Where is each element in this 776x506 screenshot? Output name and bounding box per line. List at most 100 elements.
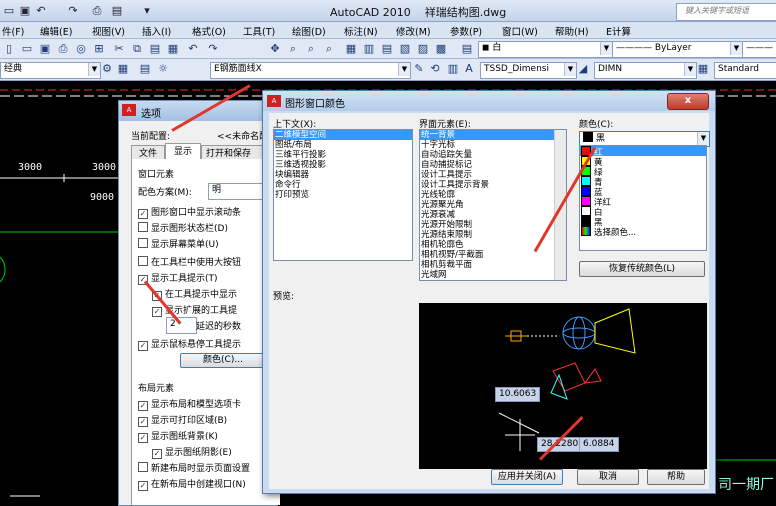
zoom-realtime-icon[interactable]: ⌕ [286,42,300,56]
color-dropdown-list[interactable]: 红 黄 绿 青 蓝 洋红 白 黑 选择颜色... [579,145,707,251]
open-icon[interactable]: ▭ [2,3,16,19]
search-input[interactable]: 键入关键字或短语 [676,3,776,21]
make-current-icon[interactable]: ✎ [412,62,426,76]
matchprop-icon[interactable]: ▦ [166,42,180,56]
list-item[interactable]: 设计工具提示 [420,170,566,180]
publish-icon[interactable]: ▤ [110,3,124,19]
open-file-icon[interactable]: ▭ [20,42,34,56]
workspace-settings-icon[interactable]: ⚙ [100,62,114,76]
menu-format[interactable]: 格式(O) [192,24,226,38]
menu-edit[interactable]: 编辑(E) [40,24,72,38]
color-option[interactable]: 青 [580,176,706,188]
tab-display[interactable]: 显示 [165,143,201,160]
menu-tools[interactable]: 工具(T) [243,24,275,38]
scrollbars-checkbox[interactable]: ✓ 图形窗口中显示滚动条 [138,205,241,219]
sheet-set-icon[interactable]: ▧ [398,42,412,56]
apply-close-button[interactable]: 应用并关闭(A) [491,469,563,485]
tooltip-shortcut-checkbox[interactable]: ✓在工具提示中显示 [152,287,237,301]
menu-parameters[interactable]: 参数(P) [450,24,482,38]
table-style-icon[interactable]: ▦ [696,62,710,76]
textstyle-combo[interactable]: Standard [714,62,776,79]
save-file-icon[interactable]: ▣ [38,42,52,56]
list-item[interactable]: 光线轮廓 [420,190,566,200]
layer-freeze-icon[interactable]: ☼ [156,62,170,76]
lineweight-combo[interactable]: ——— [742,41,776,58]
menu-draw[interactable]: 绘图(D) [292,24,326,38]
menu-window[interactable]: 窗口(W) [502,24,538,38]
menu-file[interactable]: 件(F) [2,24,24,38]
layer-manager-icon[interactable]: ▤ [460,42,474,56]
printable-area-checkbox[interactable]: ✓ 显示可打印区域(B) [138,413,227,427]
markup-icon[interactable]: ▨ [416,42,430,56]
redo-icon[interactable]: ↷ [66,3,80,19]
zoom-window-icon[interactable]: ⌕ [304,42,318,56]
large-buttons-checkbox[interactable]: 在工具栏中使用大按钮 [138,255,241,268]
preview-icon[interactable]: ◎ [74,42,88,56]
color-option[interactable]: 绿 [580,166,706,178]
undo-icon[interactable]: ↶ [34,3,48,19]
menu-ecalc[interactable]: E计算 [606,24,631,38]
list-item[interactable]: 相机剪裁平面 [420,260,566,270]
status-bar-checkbox[interactable]: 显示图形状态栏(D) [138,221,228,234]
list-item[interactable]: 相机视野/平截面 [420,250,566,260]
list-item[interactable]: 光源开始限制 [420,220,566,230]
tool-palettes-icon[interactable]: ▤ [380,42,394,56]
layer-previous-icon[interactable]: ⟲ [428,62,442,76]
paste-icon[interactable]: ▤ [148,42,162,56]
color-option[interactable]: 白 [580,206,706,218]
list-item[interactable]: 十字光标 [420,140,566,150]
properties-icon[interactable]: ▦ [344,42,358,56]
color-option[interactable]: 黄 [580,156,706,168]
create-viewport-checkbox[interactable]: ✓ 在新布局中创建视口(N) [138,477,246,491]
linetype-combo[interactable]: ———— ByLayer ▼ [612,41,743,58]
new-icon[interactable]: ▯ [2,42,16,56]
options-titlebar[interactable]: A 选项 [119,101,277,121]
undo-tb-icon[interactable]: ↶ [186,42,200,56]
list-item[interactable]: 二维模型空间 [274,130,412,140]
list-item[interactable]: 块编辑器 [274,170,412,180]
design-center-icon[interactable]: ▥ [362,42,376,56]
restore-classic-colors-button[interactable]: 恢复传统颜色(L) [579,261,705,277]
paper-background-checkbox[interactable]: ✓ 显示图纸背景(K) [138,429,218,443]
rollover-tooltip-checkbox[interactable]: ✓ 显示鼠标悬停工具提示 [138,337,241,351]
screen-menu-checkbox[interactable]: 显示屏幕菜单(U) [138,237,219,250]
menu-view[interactable]: 视图(V) [92,24,125,38]
color-option[interactable]: 洋红 [580,196,706,208]
text-style-icon[interactable]: A [462,62,476,76]
workspace-combo[interactable]: 经典 ▼ [0,62,101,79]
colors-button[interactable]: 颜色(C)... [180,353,266,368]
list-item[interactable]: 自动追踪矢量 [420,150,566,160]
list-item[interactable]: 统一背景 [420,130,566,140]
color-option[interactable]: 蓝 [580,186,706,198]
help-button[interactable]: 帮助 [647,469,705,485]
list-item[interactable]: 三维平行投影 [274,150,412,160]
list-item[interactable]: 图纸/布局 [274,140,412,150]
menu-insert[interactable]: 插入(I) [142,24,171,38]
dimn-combo[interactable]: DIMN ▼ [594,62,697,79]
color-dialog-titlebar[interactable]: A 图形窗口颜色 x [263,91,715,111]
layer-combo[interactable]: ◼ 白 ▼ [478,41,613,58]
list-item[interactable]: 命令行 [274,180,412,190]
color-option[interactable]: 黑 [580,216,706,228]
publish-icon[interactable]: ⊞ [92,42,106,56]
cut-icon[interactable]: ✂ [112,42,126,56]
layer-state-icon[interactable]: ▦ [116,62,130,76]
menu-modify[interactable]: 修改(M) [396,24,431,38]
list-item[interactable]: 光域网 [420,270,566,280]
color-option[interactable]: 红 [580,146,706,158]
layer-iso-icon[interactable]: ▥ [446,62,460,76]
zoom-previous-icon[interactable]: ⌕ [322,42,336,56]
page-setup-checkbox[interactable]: 新建布局时显示页面设置 [138,461,250,474]
redo-tb-icon[interactable]: ↷ [206,42,220,56]
list-item[interactable]: 设计工具提示背景 [420,180,566,190]
paper-shadow-checkbox[interactable]: ✓ 显示图纸阴影(E) [152,445,232,459]
layout-tabs-checkbox[interactable]: ✓ 显示布局和模型选项卡 [138,397,241,411]
cancel-button[interactable]: 取消 [577,469,639,485]
menu-dimension[interactable]: 标注(N) [344,24,378,38]
interface-element-listbox[interactable]: 统一背景 十字光标 自动追踪矢量 自动捕捉标记 设计工具提示 设计工具提示背景 … [419,129,567,281]
list-item[interactable]: 三维透视投影 [274,160,412,170]
dimstyle-combo[interactable]: TSSD_Dimensi ▼ [480,62,577,79]
save-icon[interactable]: ▣ [18,3,32,19]
color-option[interactable]: 选择颜色... [580,226,706,238]
list-item[interactable]: 自动捕捉标记 [420,160,566,170]
